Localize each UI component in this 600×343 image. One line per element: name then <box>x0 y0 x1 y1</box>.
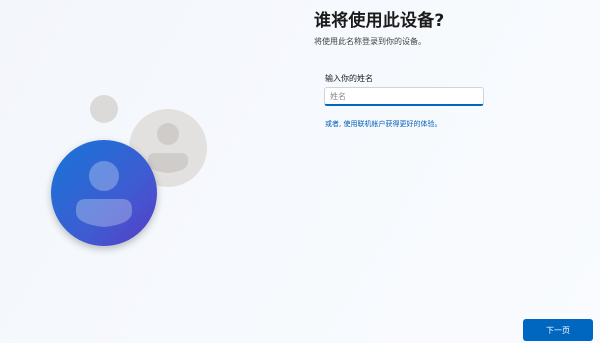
use-online-account-link[interactable]: 或者, 使用联机帐户获得更好的体验。 <box>325 119 441 129</box>
name-input[interactable] <box>324 87 484 106</box>
next-button[interactable]: 下一页 <box>523 319 593 341</box>
primary-avatar-person-icon <box>51 140 157 246</box>
page-title: 谁将使用此设备? <box>314 11 445 31</box>
user-avatar-illustration <box>51 95 207 246</box>
name-field-label: 输入你的姓名 <box>325 74 373 83</box>
page-subtitle: 将使用此名称登录到你的设备。 <box>314 37 426 46</box>
oobe-page: 谁将使用此设备? 将使用此名称登录到你的设备。 输入你的姓名 或者, 使用联机帐… <box>0 0 600 343</box>
decorative-dot <box>90 95 118 123</box>
